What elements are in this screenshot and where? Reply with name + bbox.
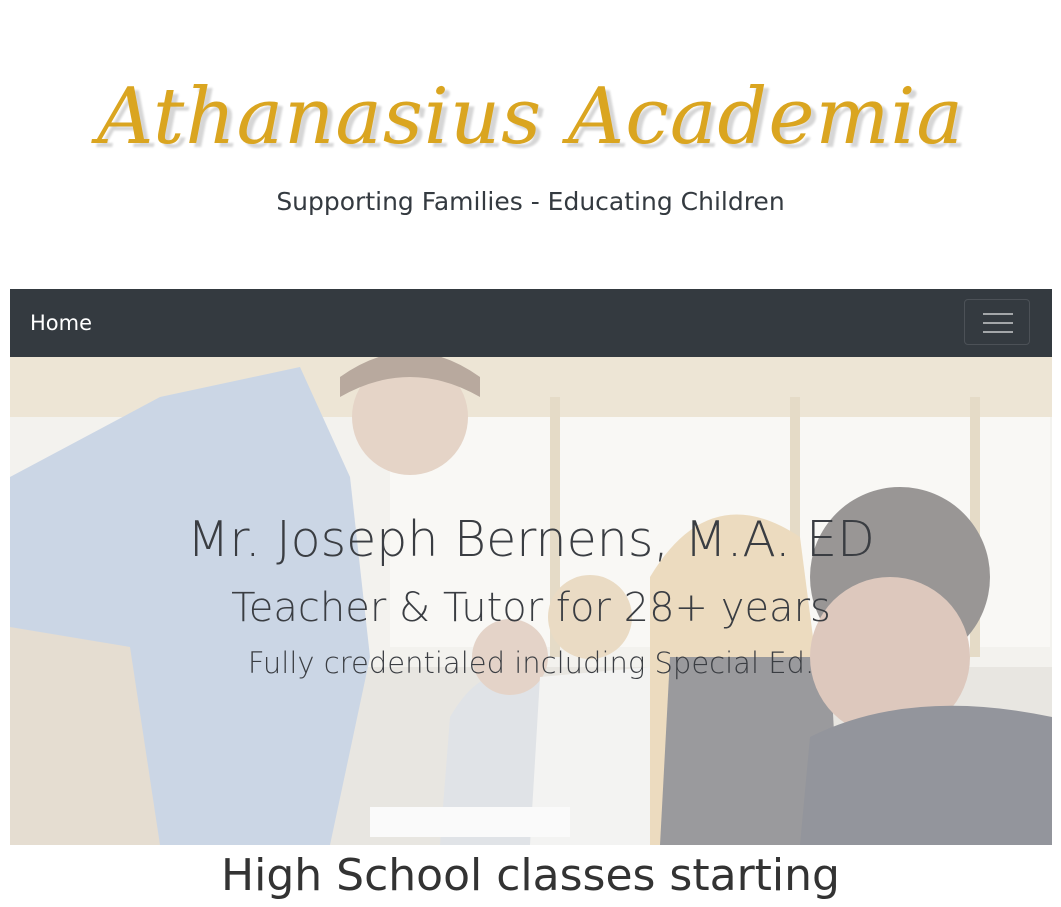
hero-teacher-role: Teacher & Tutor for 28+ years <box>231 585 831 631</box>
main-navbar: Home <box>10 289 1052 357</box>
hero-banner: Mr. Joseph Bernens, M.A. ED Teacher & Tu… <box>10 357 1052 845</box>
nav-home-link[interactable]: Home <box>30 305 92 341</box>
site-title: Athanasius Academia <box>97 72 964 162</box>
site-header: Athanasius Academia Supporting Families … <box>0 0 1061 289</box>
announcement-heading: High School classes starting <box>221 850 840 901</box>
hero-teacher-name: Mr. Joseph Bernens, M.A. ED <box>187 511 875 568</box>
site-tagline: Supporting Families - Educating Children <box>276 187 785 216</box>
hero-credentials: Fully credentialed including Special Ed. <box>247 646 815 680</box>
hamburger-menu-icon <box>983 313 1013 333</box>
navbar-toggler-button[interactable] <box>964 299 1030 345</box>
